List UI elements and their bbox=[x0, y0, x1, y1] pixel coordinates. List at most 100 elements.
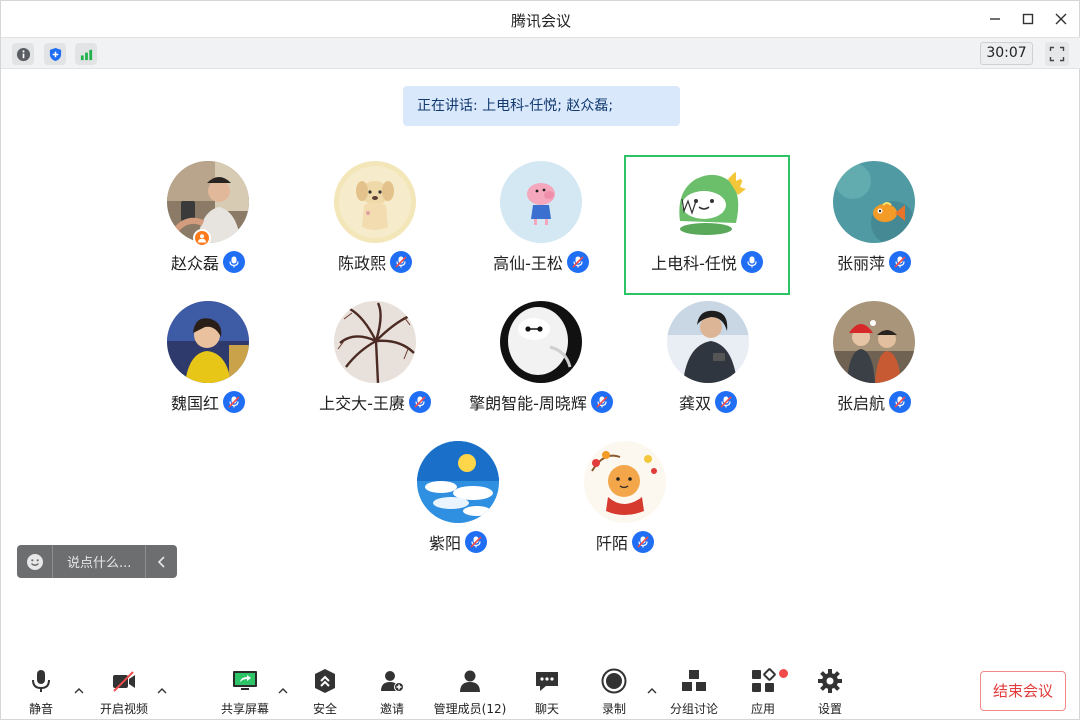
chevron-up-icon bbox=[157, 687, 167, 693]
participant-tile[interactable]: 龚双 bbox=[625, 296, 791, 436]
microphone-muted-icon bbox=[465, 531, 487, 553]
participant-tile[interactable]: 高仙-王松 bbox=[458, 156, 624, 296]
avatar bbox=[833, 161, 915, 243]
participant-name: 龚双 bbox=[678, 394, 711, 413]
collapse-chat-button[interactable] bbox=[145, 545, 177, 578]
participant-name: 高仙-王松 bbox=[493, 254, 563, 273]
chat-label: 聊天 bbox=[534, 702, 559, 716]
close-button[interactable] bbox=[1048, 7, 1074, 31]
maximize-button[interactable] bbox=[1015, 7, 1041, 31]
video-off-icon bbox=[113, 671, 135, 692]
participant-name: 赵众磊 bbox=[170, 254, 219, 273]
title-bar: 腾讯会议 bbox=[1, 1, 1080, 37]
record-button[interactable]: 录制 bbox=[594, 667, 634, 717]
share-screen-icon bbox=[233, 671, 257, 690]
participant-tile[interactable]: 陈政熙 bbox=[292, 156, 458, 296]
end-meeting-button[interactable]: 结束会议 bbox=[980, 671, 1066, 711]
breakout-rooms-icon bbox=[682, 670, 706, 691]
fullscreen-icon bbox=[1049, 46, 1065, 62]
avatar bbox=[500, 301, 582, 383]
participant-name-row: 龚双 bbox=[625, 390, 791, 414]
participant-tile[interactable]: 擎朗智能-周晓辉 bbox=[458, 296, 624, 436]
chevron-up-icon bbox=[647, 687, 657, 693]
participant-name-row: 赵众磊 bbox=[125, 250, 291, 274]
chevron-up-icon bbox=[278, 687, 288, 693]
avatar bbox=[666, 161, 748, 243]
add-person-icon bbox=[381, 671, 404, 692]
security-shield-icon bbox=[315, 669, 335, 693]
emoji-button[interactable] bbox=[17, 545, 53, 578]
microphone-muted-icon bbox=[566, 251, 589, 273]
participant-name-row: 高仙-王松 bbox=[458, 250, 624, 274]
chat-button[interactable]: 聊天 bbox=[527, 667, 567, 717]
settings-button[interactable]: 设置 bbox=[810, 667, 850, 717]
invite-label: 邀请 bbox=[379, 702, 404, 716]
security-label: 安全 bbox=[312, 702, 337, 716]
participant-tile[interactable]: 张丽萍 bbox=[791, 156, 957, 296]
participant-name-row: 上交大-王赓 bbox=[292, 390, 458, 414]
avatar bbox=[167, 301, 249, 383]
breakout-rooms-button[interactable]: 分组讨论 bbox=[667, 667, 721, 717]
manage-members-label: 管理成员(12) bbox=[433, 702, 507, 716]
invite-button[interactable]: 邀请 bbox=[372, 667, 412, 717]
minimize-icon bbox=[990, 18, 1000, 20]
meeting-info-button[interactable] bbox=[12, 43, 34, 65]
video-options-button[interactable] bbox=[156, 685, 168, 695]
share-options-button[interactable] bbox=[277, 685, 289, 695]
avatar bbox=[667, 301, 749, 383]
close-icon bbox=[1055, 13, 1067, 25]
emoji-icon bbox=[26, 553, 43, 570]
meeting-info-bar: 30:07 bbox=[1, 37, 1080, 69]
chat-input[interactable]: 说点什么... bbox=[53, 552, 145, 571]
mute-label: 静音 bbox=[28, 702, 53, 716]
settings-label: 设置 bbox=[817, 702, 842, 716]
participant-name: 紫阳 bbox=[428, 534, 461, 553]
chat-bubble-icon bbox=[536, 672, 558, 691]
avatar bbox=[334, 161, 416, 243]
participant-tile[interactable]: 上交大-王赓 bbox=[292, 296, 458, 436]
speaking-indicator: 正在讲话: 上电科-任悦; 赵众磊; bbox=[403, 86, 680, 126]
network-status-button[interactable] bbox=[75, 43, 97, 65]
meeting-timer: 30:07 bbox=[980, 42, 1033, 65]
minimize-button[interactable] bbox=[982, 7, 1008, 31]
participant-tile[interactable]: 阡陌 bbox=[542, 436, 708, 576]
start-video-label: 开启视频 bbox=[99, 702, 148, 716]
apps-notification-dot bbox=[779, 669, 788, 678]
meeting-window: 腾讯会议 30:07 正在讲话: 上电科-任悦; 赵众磊; 赵众磊 陈政熙 高仙… bbox=[0, 0, 1080, 720]
quick-chat-bar: 说点什么... bbox=[17, 545, 177, 578]
record-options-button[interactable] bbox=[646, 685, 658, 695]
members-icon bbox=[460, 670, 480, 692]
chevron-left-icon bbox=[157, 555, 165, 568]
window-title: 腾讯会议 bbox=[510, 12, 571, 30]
participant-tile-active-speaker[interactable]: 上电科-任悦 bbox=[624, 155, 790, 295]
participant-tile[interactable]: 紫阳 bbox=[375, 436, 541, 576]
participant-name: 上电科-任悦 bbox=[651, 254, 737, 273]
participant-name-row: 阡陌 bbox=[542, 530, 708, 554]
participant-tile[interactable]: 魏国红 bbox=[125, 296, 291, 436]
fullscreen-button[interactable] bbox=[1045, 42, 1069, 66]
apps-icon bbox=[752, 668, 776, 692]
microphone-muted-icon bbox=[715, 391, 737, 413]
mute-button[interactable]: 静音 bbox=[21, 667, 61, 717]
participant-tile[interactable]: 赵众磊 bbox=[125, 156, 291, 296]
microphone-muted-icon bbox=[632, 531, 654, 553]
shield-icon bbox=[49, 47, 61, 61]
audio-options-button[interactable] bbox=[73, 685, 85, 695]
microphone-muted-icon bbox=[390, 251, 412, 273]
record-icon bbox=[601, 668, 627, 694]
participant-tile[interactable]: 张启航 bbox=[791, 296, 957, 436]
share-screen-button[interactable]: 共享屏幕 bbox=[218, 667, 272, 717]
microphone-on-icon bbox=[740, 251, 763, 273]
avatar bbox=[417, 441, 499, 523]
participant-name-row: 魏国红 bbox=[125, 390, 291, 414]
info-icon bbox=[16, 47, 30, 61]
gear-icon bbox=[818, 669, 842, 693]
manage-members-button[interactable]: 管理成员(12) bbox=[431, 667, 509, 717]
share-screen-label: 共享屏幕 bbox=[220, 702, 269, 716]
security-button[interactable]: 安全 bbox=[305, 667, 345, 717]
apps-button[interactable]: 应用 bbox=[743, 667, 783, 717]
security-status-button[interactable] bbox=[44, 43, 66, 65]
participant-name-row: 紫阳 bbox=[375, 530, 541, 554]
start-video-button[interactable]: 开启视频 bbox=[97, 667, 151, 717]
microphone-muted-icon bbox=[889, 391, 911, 413]
